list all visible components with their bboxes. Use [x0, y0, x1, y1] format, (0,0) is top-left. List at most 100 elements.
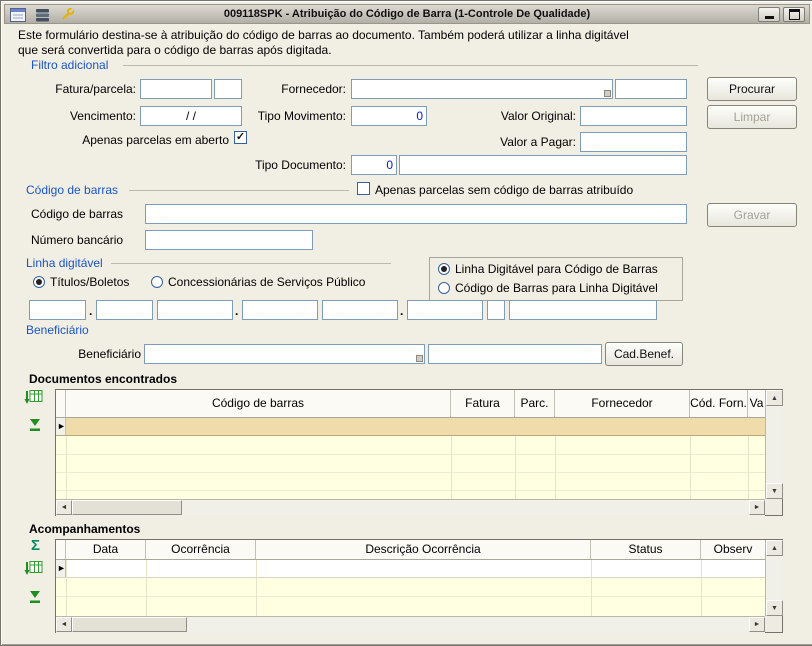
sum-icon[interactable]: Σ	[31, 537, 40, 554]
column-header[interactable]: Data	[66, 540, 146, 559]
concessionarias-label: Concessionárias de Serviços Público	[168, 275, 365, 289]
valor-original-input[interactable]	[580, 106, 687, 126]
row-marker-icon: ►	[57, 563, 66, 573]
column-header[interactable]: Fornecedor	[555, 390, 690, 417]
scroll-down-button[interactable]: ▼	[766, 483, 783, 499]
column-header[interactable]: Status	[591, 540, 701, 559]
beneficiario-input[interactable]	[144, 344, 425, 364]
valor-a-pagar-label: Valor a Pagar:	[459, 135, 576, 149]
scroll-left-button[interactable]: ◄	[56, 500, 72, 515]
linha-para-codigo-radio[interactable]	[438, 263, 450, 275]
scroll-right-button[interactable]: ►	[749, 617, 765, 632]
row-marker-icon: ►	[57, 421, 66, 431]
linha-field-7[interactable]	[487, 300, 505, 320]
column-header[interactable]: Observ	[701, 540, 765, 559]
linha-separator: .	[400, 304, 403, 318]
fornecedor-input[interactable]	[351, 79, 613, 99]
linha-separator: .	[235, 304, 238, 318]
scroll-left-button[interactable]: ◄	[56, 617, 72, 632]
beneficiario-desc-input[interactable]	[428, 344, 602, 364]
procurar-button[interactable]: Procurar	[707, 77, 797, 101]
grid-line	[701, 560, 702, 616]
apenas-abertas-checkbox[interactable]: ✓	[234, 131, 247, 144]
linha-field-3[interactable]	[157, 300, 233, 320]
codigo-barras-input[interactable]	[145, 204, 687, 224]
grid-line	[56, 454, 765, 455]
acompanhamentos-table: Data Ocorrência Descrição Ocorrência Sta…	[55, 539, 783, 633]
vencimento-input[interactable]	[140, 106, 242, 126]
concessionarias-radio[interactable]	[151, 276, 163, 288]
tipo-documento-label: Tipo Documento:	[229, 158, 346, 172]
numero-bancario-input[interactable]	[145, 230, 313, 250]
section-filtro-adicional: Filtro adicional	[31, 58, 108, 72]
grid-line	[56, 596, 765, 597]
codigo-barras-label: Código de barras	[31, 207, 123, 221]
column-header[interactable]: Fatura	[451, 390, 515, 417]
lookup-grip-icon[interactable]	[604, 90, 611, 97]
tipo-movimento-input[interactable]	[351, 106, 427, 126]
acompanhamentos-title: Acompanhamentos	[29, 522, 140, 536]
up-arrow-icon: ▲	[771, 395, 778, 402]
grid-arrow-icon[interactable]	[24, 389, 43, 410]
documentos-table: Código de barras Fatura Parc. Fornecedor…	[55, 389, 783, 516]
scroll-up-button[interactable]: ▲	[766, 390, 783, 406]
codigo-para-linha-label: Código de Barras para Linha Digitável	[455, 281, 658, 295]
cascade-icon[interactable]	[35, 8, 50, 25]
valor-a-pagar-input[interactable]	[580, 132, 687, 152]
tipo-documento-desc-input[interactable]	[399, 155, 687, 175]
linha-para-codigo-label: Linha Digitável para Código de Barras	[455, 262, 658, 276]
tipo-documento-input[interactable]	[351, 155, 397, 175]
titulos-radio[interactable]	[33, 276, 45, 288]
gravar-button[interactable]: Gravar	[707, 203, 797, 227]
cad-benef-button[interactable]: Cad.Benef.	[605, 342, 683, 366]
goto-last-icon[interactable]	[27, 417, 43, 436]
codigo-para-linha-radio[interactable]	[438, 282, 450, 294]
grid-arrow-icon[interactable]	[24, 560, 43, 581]
title-bar[interactable]: 009118SPK - Atribuição do Código de Barr…	[4, 4, 810, 24]
linha-field-1[interactable]	[29, 300, 86, 320]
wrench-icon[interactable]	[59, 7, 75, 26]
tipo-movimento-label: Tipo Movimento:	[229, 109, 346, 123]
right-arrow-icon: ►	[754, 504, 761, 511]
documentos-header-row: Código de barras Fatura Parc. Fornecedor…	[56, 390, 765, 418]
scrollbar-thumb[interactable]	[72, 617, 187, 632]
scroll-right-button[interactable]: ►	[749, 500, 765, 515]
sem-codigo-checkbox[interactable]	[357, 182, 370, 195]
linha-field-5[interactable]	[322, 300, 398, 320]
fornecedor-code-input[interactable]	[615, 79, 687, 99]
scroll-down-button[interactable]: ▼	[766, 600, 783, 616]
linha-field-6[interactable]	[407, 300, 483, 320]
horizontal-scrollbar[interactable]: ◄ ►	[56, 499, 765, 516]
column-header[interactable]: Ocorrência	[146, 540, 256, 559]
scroll-up-button[interactable]: ▲	[766, 540, 783, 556]
horizontal-scrollbar[interactable]: ◄ ►	[56, 616, 765, 633]
fatura-input[interactable]	[140, 79, 212, 99]
titulos-label: Títulos/Boletos	[50, 275, 129, 289]
sem-codigo-label: Apenas parcelas sem código de barras atr…	[375, 183, 633, 197]
limpar-button[interactable]: Limpar	[707, 105, 797, 129]
scrollbar-thumb[interactable]	[72, 500, 182, 515]
down-arrow-icon: ▼	[771, 605, 778, 612]
linha-field-2[interactable]	[96, 300, 153, 320]
column-header[interactable]: Código de barras	[66, 390, 451, 417]
goto-last-icon[interactable]	[27, 589, 43, 608]
acompanhamentos-header-row: Data Ocorrência Descrição Ocorrência Sta…	[56, 540, 765, 560]
linha-field-8[interactable]	[509, 300, 657, 320]
form-icon[interactable]	[10, 8, 26, 25]
column-header[interactable]: Parc.	[515, 390, 555, 417]
linha-field-4[interactable]	[242, 300, 318, 320]
conversao-groupbox: Linha Digitável para Código de Barras Có…	[429, 257, 683, 301]
minimize-icon	[765, 16, 774, 19]
current-table-row[interactable]: ►	[56, 560, 765, 578]
minimize-button[interactable]	[758, 7, 780, 22]
left-arrow-icon: ◄	[61, 504, 68, 511]
maximize-button[interactable]	[783, 7, 805, 22]
vertical-scrollbar[interactable]: ▲ ▼	[765, 540, 783, 616]
column-header[interactable]: Cód. Forn.	[690, 390, 748, 417]
lookup-grip-icon[interactable]	[416, 355, 423, 362]
fatura-parcela-label: Fatura/parcela:	[19, 82, 136, 96]
column-header[interactable]: Va	[748, 390, 765, 417]
vertical-scrollbar[interactable]: ▲ ▼	[765, 390, 783, 499]
column-header[interactable]: Descrição Ocorrência	[256, 540, 591, 559]
selected-table-row[interactable]: ►	[56, 418, 765, 436]
